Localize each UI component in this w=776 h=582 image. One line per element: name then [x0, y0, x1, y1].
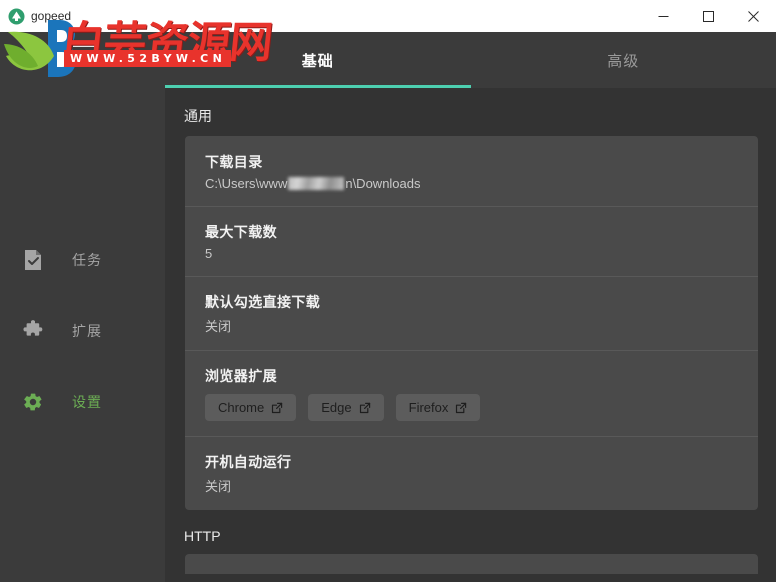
setting-row-download-dir[interactable]: 下载目录 C:\Users\www n\Downloads — [185, 136, 758, 206]
maximize-icon[interactable] — [686, 0, 731, 32]
setting-value: 关闭 — [205, 476, 738, 495]
tab-basic[interactable]: 基础 — [165, 32, 471, 88]
browser-extension-buttons: Chrome Edge — [205, 394, 738, 421]
sidebar-item-extensions[interactable]: 扩展 — [0, 295, 165, 366]
sidebar-nav: 任务 扩展 设置 — [0, 224, 165, 437]
tab-advanced[interactable]: 高级 — [471, 32, 776, 88]
button-label: Chrome — [218, 401, 264, 414]
sidebar-item-label: 扩展 — [72, 321, 102, 341]
section-title-general: 通用 — [165, 88, 776, 136]
sidebar-item-settings[interactable]: 设置 — [0, 366, 165, 437]
chrome-extension-button[interactable]: Chrome — [205, 394, 296, 421]
task-document-icon — [22, 249, 44, 271]
setting-row-default-direct-download[interactable]: 默认勾选直接下载 关闭 — [185, 276, 758, 350]
main-panel: 基础 高级 通用 下载目录 C:\Users\www n\Downloads — [165, 32, 776, 582]
setting-value-path: C:\Users\www n\Downloads — [205, 176, 738, 191]
minimize-icon[interactable] — [641, 0, 686, 32]
setting-label: 下载目录 — [205, 152, 738, 172]
external-link-icon — [271, 402, 283, 414]
tab-bar: 基础 高级 — [165, 32, 776, 88]
hamburger-menu-icon[interactable] — [73, 42, 97, 62]
path-prefix: C:\Users\www — [205, 176, 287, 191]
section-title-http: HTTP — [165, 510, 776, 554]
gopeed-logo-icon — [8, 8, 25, 25]
settings-card-http — [185, 554, 758, 574]
external-link-icon — [359, 402, 371, 414]
setting-row-max-downloads[interactable]: 最大下载数 5 — [185, 206, 758, 276]
path-suffix: n\Downloads — [345, 176, 420, 191]
sidebar-item-tasks[interactable]: 任务 — [0, 224, 165, 295]
window-controls — [641, 0, 776, 32]
hamburger-bar — [73, 51, 95, 53]
sidebar-item-label: 设置 — [72, 392, 102, 412]
gear-icon — [22, 391, 44, 413]
edge-extension-button[interactable]: Edge — [308, 394, 383, 421]
hamburger-bar — [73, 57, 95, 59]
setting-label: 最大下载数 — [205, 222, 738, 242]
window-title: gopeed — [31, 9, 71, 23]
settings-card-general: 下载目录 C:\Users\www n\Downloads 最大下载数 5 默认… — [185, 136, 758, 510]
settings-content[interactable]: 通用 下载目录 C:\Users\www n\Downloads 最大下载数 5… — [165, 88, 776, 582]
setting-label: 默认勾选直接下载 — [205, 292, 738, 312]
app-window: gopeed — [0, 0, 776, 582]
puzzle-piece-icon — [22, 320, 44, 342]
sidebar-item-label: 任务 — [72, 250, 102, 270]
setting-label: 浏览器扩展 — [205, 366, 738, 386]
setting-row-browser-extensions: 浏览器扩展 Chrome — [185, 350, 758, 436]
setting-value: 5 — [205, 246, 738, 261]
tab-label: 高级 — [607, 50, 639, 71]
sidebar: 任务 扩展 设置 — [0, 32, 165, 582]
button-label: Firefox — [409, 401, 449, 414]
button-label: Edge — [321, 401, 351, 414]
tab-label: 基础 — [302, 50, 334, 71]
redacted-text-block — [288, 177, 344, 190]
setting-row-autostart[interactable]: 开机自动运行 关闭 — [185, 436, 758, 510]
setting-value: 关闭 — [205, 316, 738, 335]
firefox-extension-button[interactable]: Firefox — [396, 394, 481, 421]
external-link-icon — [455, 402, 467, 414]
title-bar-left: gopeed — [0, 8, 641, 25]
close-icon[interactable] — [731, 0, 776, 32]
setting-label: 开机自动运行 — [205, 452, 738, 472]
hamburger-bar — [73, 45, 95, 47]
title-bar: gopeed — [0, 0, 776, 32]
